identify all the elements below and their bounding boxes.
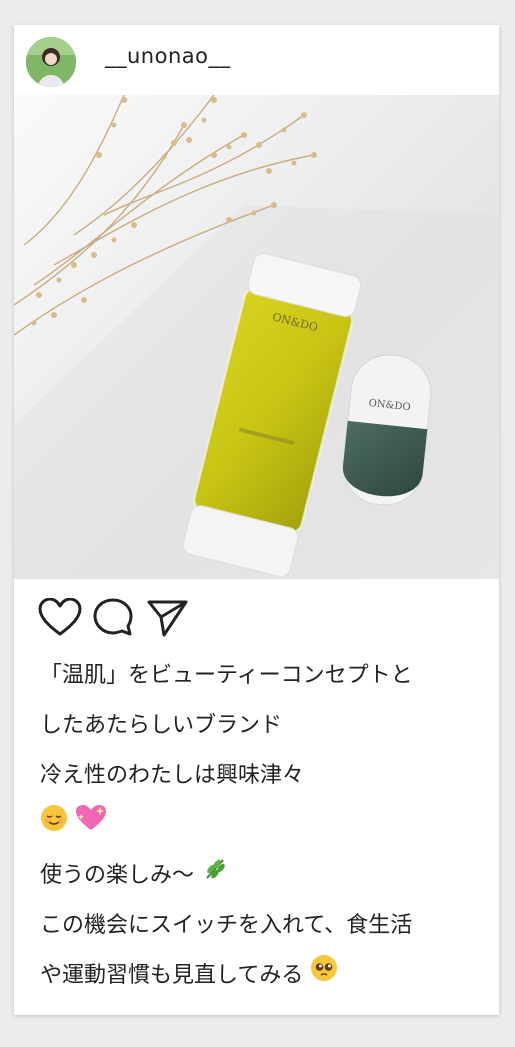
caption-line: 冷え性のわたしは興味津々 — [40, 763, 305, 788]
share-icon[interactable] — [146, 598, 190, 638]
caption-text: 使うの楽しみ〜 — [40, 863, 195, 888]
avatar[interactable] — [26, 37, 76, 87]
caption-line: この機会にスイッチを入れて、食生活 — [40, 913, 413, 938]
caption-line: 「温肌」をビューティーコンセプトと — [40, 663, 413, 688]
caption-text: や運動習慣も見直してみる — [40, 963, 304, 988]
post-header: __unonao__ — [14, 25, 499, 95]
pleading-face-emoji — [310, 951, 338, 1001]
username[interactable]: __unonao__ — [105, 44, 231, 68]
post-card: __unonao__ ON&DO ON&DO 「温肌」をビューティーコンセプトと… — [14, 25, 499, 1015]
post-caption: 「温肌」をビューティーコンセプトと したあたらしいブランド 冷え性のわたしは興味… — [40, 651, 485, 1001]
heart-icon[interactable] — [38, 597, 82, 638]
herb-emoji — [201, 851, 229, 901]
caption-line-with-emoji: や運動習慣も見直してみる — [40, 951, 485, 1001]
post-photo: ON&DO ON&DO — [14, 95, 499, 579]
relieved-face-emoji — [40, 801, 68, 851]
caption-line-with-emoji: 使うの楽しみ〜 — [40, 851, 485, 901]
caption-emoji-line — [40, 801, 485, 851]
sparkling-heart-emoji — [75, 801, 107, 851]
comment-icon[interactable] — [92, 598, 136, 638]
caption-line: したあたらしいブランド — [40, 713, 283, 738]
